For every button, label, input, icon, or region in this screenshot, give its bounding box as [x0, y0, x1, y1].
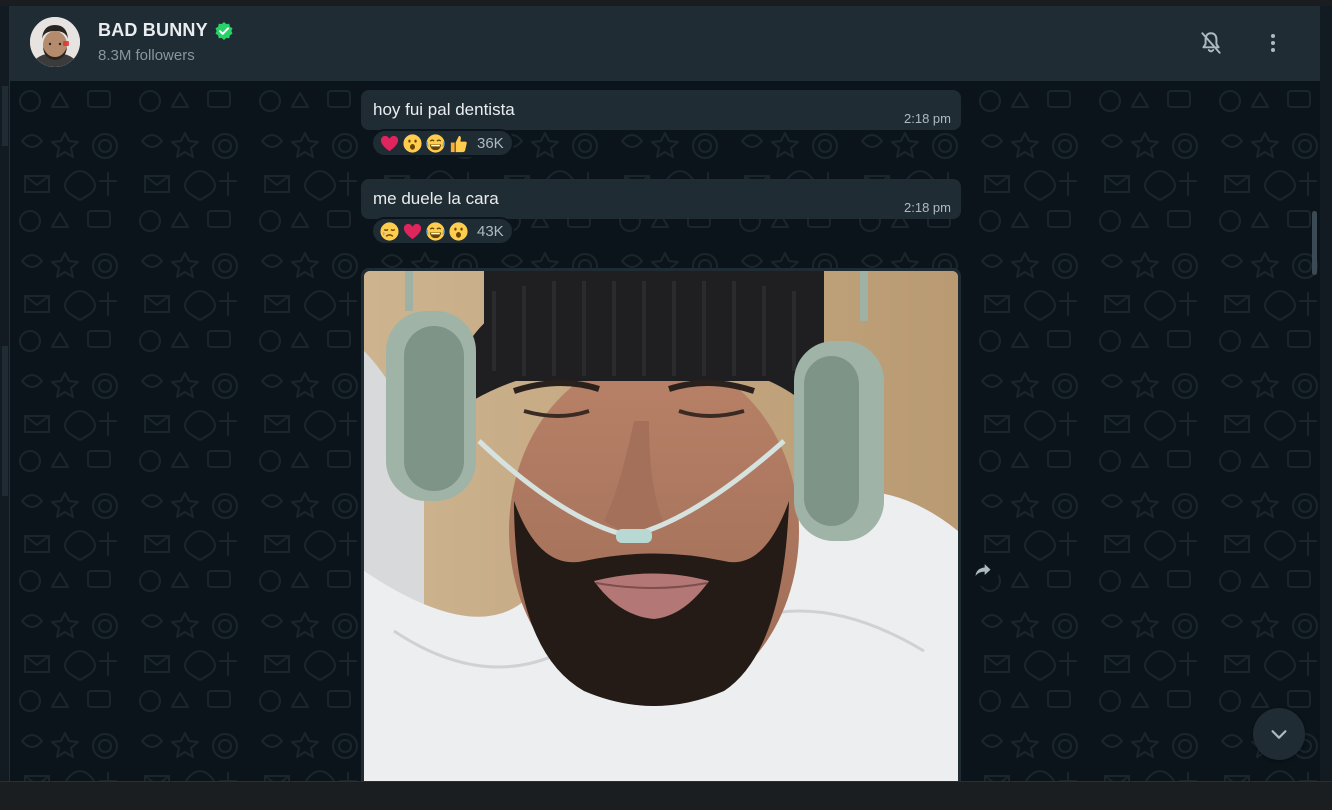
chat-area[interactable]: hoy fui pal dentista 2:18 pm 36K me duel… — [10, 81, 1320, 781]
scroll-to-bottom-button[interactable] — [1253, 708, 1305, 760]
message-text: me duele la cara — [373, 189, 499, 208]
left-edge-mark — [2, 346, 8, 496]
avatar-image — [30, 17, 80, 67]
message-bubble[interactable]: hoy fui pal dentista 2:18 pm — [361, 90, 961, 130]
media-message-bubble[interactable] — [361, 268, 961, 781]
avatar[interactable] — [30, 17, 80, 67]
app-window: BAD BUNNY 8.3M followers hoy fui pal den… — [0, 0, 1332, 810]
channel-name: BAD BUNNY — [98, 20, 208, 40]
message-time: 2:18 pm — [904, 200, 951, 215]
open-mouth-face-icon — [449, 221, 468, 241]
right-window-edge — [1320, 6, 1332, 781]
laughing-face-icon — [426, 221, 445, 241]
reaction-count: 36K — [477, 134, 504, 152]
taskbar-strip — [0, 781, 1332, 810]
verified-badge-icon — [215, 21, 233, 40]
followers-count: 8.3M followers — [98, 47, 195, 64]
forward-button[interactable] — [967, 554, 999, 586]
message-time: 2:18 pm — [904, 111, 951, 126]
message-bubble[interactable]: me duele la cara 2:18 pm — [361, 179, 961, 219]
heart-icon — [380, 135, 399, 151]
reactions-bar[interactable]: 43K — [371, 217, 514, 245]
channel-header[interactable]: BAD BUNNY 8.3M followers — [10, 6, 1320, 81]
thumbs-up-icon — [450, 135, 467, 152]
reactions-bar[interactable]: 36K — [371, 129, 514, 157]
mute-notifications-button[interactable] — [1194, 26, 1228, 60]
channel-info[interactable]: BAD BUNNY 8.3M followers — [98, 20, 234, 64]
laughing-face-icon — [426, 133, 445, 153]
sad-tear-face-icon — [380, 221, 399, 241]
scrollbar-thumb[interactable] — [1312, 211, 1317, 275]
photo-image — [364, 271, 958, 781]
open-mouth-face-icon — [403, 133, 422, 153]
message-text: hoy fui pal dentista — [373, 100, 515, 119]
left-edge-mark — [2, 86, 8, 146]
reaction-count: 43K — [477, 222, 504, 240]
chevron-down-icon — [1271, 730, 1287, 739]
more-options-button[interactable] — [1256, 26, 1290, 60]
more-vertical-icon — [1271, 34, 1275, 52]
message-photo[interactable] — [364, 271, 958, 781]
bell-off-icon — [1201, 32, 1221, 54]
heart-icon — [403, 223, 422, 239]
left-panel-edge — [0, 6, 10, 781]
forward-arrow-icon — [975, 564, 991, 576]
